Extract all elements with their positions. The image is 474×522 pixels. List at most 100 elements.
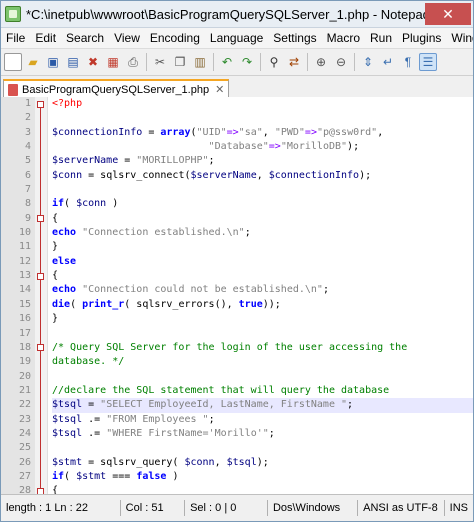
line-number: 4	[24, 141, 31, 153]
code-line[interactable]: $stmt = sqlsrv_query( $conn, $tsql);	[52, 456, 473, 470]
code-line[interactable]: if( $stmt === false )	[52, 470, 473, 484]
line-number: 10	[18, 227, 31, 239]
code-line[interactable]: <?php	[52, 97, 473, 111]
code-line[interactable]: if( $conn )	[52, 197, 473, 211]
save-icon[interactable]: ▣	[44, 53, 62, 71]
line-number: 26	[18, 456, 31, 468]
sync-scroll-icon[interactable]: ⇕	[359, 53, 377, 71]
code-area[interactable]: <?php $connectionInfo = array("UID"=>"sa…	[48, 97, 473, 495]
fold-margin[interactable]	[35, 97, 48, 495]
menu-run[interactable]: Run	[365, 31, 397, 45]
undo-icon[interactable]: ↶	[218, 53, 236, 71]
replace-icon[interactable]: ⇄	[285, 53, 303, 71]
code-line[interactable]: //declare the SQL statement that will qu…	[52, 384, 473, 398]
menu-file[interactable]: File	[1, 31, 30, 45]
line-number: 9	[24, 212, 31, 224]
line-number: 17	[18, 327, 31, 339]
notepadpp-window: *C:\inetpub\wwwroot\BasicProgramQuerySQL…	[0, 0, 474, 522]
code-line[interactable]	[52, 370, 473, 384]
save-all-icon[interactable]: ▤	[64, 53, 82, 71]
status-insert-mode: INS	[449, 502, 468, 514]
zoom-in-icon[interactable]: ⊕	[312, 53, 330, 71]
line-number: 19	[18, 356, 31, 368]
line-number: 6	[24, 169, 31, 181]
close-icon[interactable]: ✖	[84, 53, 102, 71]
code-line[interactable]: $tsql = "SELECT EmployeeId, LastName, Fi…	[52, 398, 473, 413]
close-window-button[interactable]: ✕	[425, 3, 471, 25]
toolbar-separator	[146, 53, 147, 71]
close-all-icon[interactable]: ▦	[104, 53, 122, 71]
code-line[interactable]	[52, 441, 473, 455]
menu-plugins[interactable]: Plugins	[397, 31, 446, 45]
menu-edit[interactable]: Edit	[30, 31, 61, 45]
code-line[interactable]: }	[52, 312, 473, 326]
tab-label: BasicProgramQuerySQLServer_1.php	[22, 83, 210, 96]
tab-close-icon[interactable]: ✕	[215, 83, 224, 96]
code-line[interactable]: }	[52, 240, 473, 254]
status-selection: Sel : 0 | 0	[185, 500, 268, 516]
code-line[interactable]: /* Query SQL Server for the login of the…	[52, 341, 473, 355]
menu-macro[interactable]: Macro	[322, 31, 365, 45]
status-length-line: length : 1 Ln : 22	[1, 500, 121, 516]
line-number: 5	[24, 155, 31, 167]
menu-window[interactable]: Window	[446, 31, 473, 45]
menu-language[interactable]: Language	[205, 31, 268, 45]
cut-icon[interactable]: ✂	[151, 53, 169, 71]
fold-guide-line	[40, 351, 41, 363]
menu-bar: File Edit Search View Encoding Language Settin…	[1, 28, 473, 49]
code-line[interactable]: database. */	[52, 355, 473, 369]
toolbar-separator	[354, 53, 355, 71]
status-column: Col : 51	[121, 500, 186, 516]
fold-guide-line	[40, 222, 41, 248]
line-number: 20	[18, 370, 31, 382]
code-line[interactable]: else	[52, 255, 473, 269]
line-number: 1	[24, 98, 31, 109]
title-bar[interactable]: *C:\inetpub\wwwroot\BasicProgramQuerySQL…	[1, 1, 473, 28]
paste-icon[interactable]: ▥	[191, 53, 209, 71]
menu-settings[interactable]: Settings	[268, 31, 321, 45]
line-number: 11	[18, 241, 31, 253]
indent-guide-icon[interactable]: ☰	[419, 53, 437, 71]
code-line[interactable]: $connectionInfo = array("UID"=>"sa", "PW…	[52, 126, 473, 140]
code-line[interactable]: echo "Connection established.\n";	[52, 226, 473, 240]
status-eol-format[interactable]: Dos\Windows	[268, 500, 359, 516]
toolbar: ▰ ▣ ▤ ✖ ▦ ⎙ ✂ ❐ ▥ ↶ ↷ ⚲ ⇄ ⊕ ⊖ ⇕ ↵ ¶ ☰	[1, 49, 473, 76]
code-line[interactable]: {	[52, 269, 473, 283]
zoom-out-icon[interactable]: ⊖	[332, 53, 350, 71]
find-icon[interactable]: ⚲	[265, 53, 283, 71]
menu-view[interactable]: View	[109, 31, 145, 45]
code-line[interactable]	[52, 183, 473, 197]
menu-encoding[interactable]: Encoding	[145, 31, 205, 45]
menu-search[interactable]: Search	[61, 31, 109, 45]
copy-icon[interactable]: ❐	[171, 53, 189, 71]
show-all-chars-icon[interactable]: ¶	[399, 53, 417, 71]
code-line[interactable]	[52, 111, 473, 125]
line-number: 21	[18, 384, 31, 396]
code-line[interactable]: $tsql .= "WHERE FirstName='Morillo'";	[52, 427, 473, 441]
code-line[interactable]: $tsql .= "FROM Employees ";	[52, 413, 473, 427]
code-line[interactable]: {	[52, 212, 473, 226]
new-file-icon[interactable]	[4, 53, 22, 71]
code-editor[interactable]: 1 2 3 4 5 6 7 8 9 10 11 12 13 14 15 16 17 18 19 20 21 22 23 24 2…	[1, 97, 473, 495]
code-line[interactable]: die( print_r( sqlsrv_errors(), true));	[52, 298, 473, 312]
tab-basicprogramquerysqlserver[interactable]: BasicProgramQuerySQLServer_1.php ✕	[3, 79, 230, 98]
word-wrap-icon[interactable]: ↵	[379, 53, 397, 71]
toolbar-separator	[260, 53, 261, 71]
status-encoding[interactable]: ANSI as UTF-8	[358, 500, 445, 516]
line-number: 2	[24, 112, 31, 124]
fold-toggle-icon[interactable]	[37, 344, 44, 352]
code-line[interactable]: $conn = sqlsrv_connect($serverName, $con…	[52, 169, 473, 183]
fold-toggle-icon[interactable]	[37, 100, 44, 108]
toolbar-separator	[213, 53, 214, 71]
line-number: 13	[18, 270, 31, 282]
fold-toggle-icon[interactable]	[37, 215, 44, 223]
code-line[interactable]	[52, 327, 473, 341]
unsaved-file-icon	[8, 83, 18, 96]
code-line[interactable]: echo "Connection could not be establishe…	[52, 283, 473, 297]
code-line[interactable]: $serverName = "MORILLOPHP";	[52, 154, 473, 168]
code-line[interactable]: "Database"=>"MorilloDB");	[52, 140, 473, 154]
fold-toggle-icon[interactable]	[37, 272, 44, 280]
redo-icon[interactable]: ↷	[238, 53, 256, 71]
print-icon[interactable]: ⎙	[124, 53, 142, 71]
open-file-icon[interactable]: ▰	[24, 53, 42, 71]
